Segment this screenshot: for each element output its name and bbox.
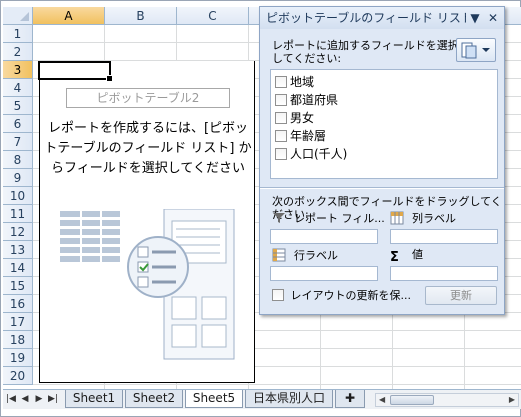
choose-fields-label: レポートに追加するフィールドを選択 してください: <box>272 39 459 65</box>
field-layout-button[interactable] <box>456 38 496 62</box>
last-sheet-icon[interactable]: ▶| <box>47 392 59 406</box>
row-header-15[interactable]: 15 <box>3 277 33 295</box>
row-header-14[interactable]: 14 <box>3 259 33 277</box>
horizontal-scrollbar[interactable]: ◀ ▶ <box>375 393 519 407</box>
next-sheet-icon[interactable]: ▶ <box>33 392 45 406</box>
field-item-prefecture[interactable]: 都道府県 <box>275 92 338 108</box>
scroll-right-icon[interactable]: ▶ <box>509 394 515 406</box>
pane-options-dropdown-icon[interactable]: ▼ <box>468 11 482 25</box>
row-header-7[interactable]: 7 <box>3 133 33 151</box>
pivot-instructions: レポートを作成するには、[ピボッ トテーブルのフィールド リスト] か らフィー… <box>42 119 254 179</box>
excel-window: A B C 1 2 3 4 5 6 7 8 9 10 11 12 13 14 15 16 17 18 19 20 ピボ… <box>0 0 521 417</box>
layout-icon <box>461 42 490 59</box>
values-text: 値 <box>412 248 423 261</box>
row-header-20[interactable]: 20 <box>3 367 33 385</box>
row-header-12[interactable]: 12 <box>3 223 33 241</box>
field-label: 男女 <box>290 111 315 125</box>
pivot-instruction-line: らフィールドを選択してください <box>51 161 245 176</box>
field-list: 地域 都道府県 男女 年齢層 人口(千人) <box>270 69 498 179</box>
row-header-4[interactable]: 4 <box>3 79 33 97</box>
column-labels-dropzone[interactable] <box>390 229 498 244</box>
sheet-tab-bar: |◀ ◀ ▶ ▶| Sheet1 Sheet2 Sheet5 日本県別人口 ✚ … <box>3 389 521 409</box>
row-labels-dropzone[interactable] <box>270 266 378 281</box>
close-icon[interactable]: ✕ <box>486 11 500 25</box>
scroll-thumb[interactable] <box>390 395 434 405</box>
row-labels-icon <box>272 248 286 262</box>
pivot-table-placeholder[interactable]: ピボットテーブル2 レポートを作成するには、[ピボッ トテーブルのフィールド リ… <box>39 61 255 383</box>
choose-fields-label-line: してください: <box>272 52 342 65</box>
column-header-a[interactable]: A <box>33 7 105 25</box>
row-header-19[interactable]: 19 <box>3 349 33 367</box>
row-labels-label: 行ラベル <box>272 248 338 263</box>
pivot-illustration-icon <box>60 209 235 360</box>
column-labels-icon <box>390 211 404 225</box>
row-header-3[interactable]: 3 <box>3 61 33 79</box>
column-labels-text: 列ラベル <box>412 212 456 225</box>
filter-icon <box>273 213 285 223</box>
row-header-6[interactable]: 6 <box>3 115 33 133</box>
update-button[interactable]: 更新 <box>425 286 497 305</box>
row-header-2[interactable]: 2 <box>3 43 33 61</box>
field-label: 人口(千人) <box>290 147 348 161</box>
field-label: 地域 <box>290 75 315 89</box>
field-checkbox[interactable] <box>275 130 287 142</box>
pane-divider <box>260 187 504 189</box>
first-sheet-icon[interactable]: |◀ <box>5 392 17 406</box>
row-labels-text: 行ラベル <box>294 249 338 262</box>
sheet-tab-sheet1[interactable]: Sheet1 <box>65 390 123 408</box>
values-dropzone[interactable] <box>390 266 498 281</box>
row-header-18[interactable]: 18 <box>3 331 33 349</box>
field-item-age-group[interactable]: 年齢層 <box>275 128 326 144</box>
pane-title: ピボットテーブルのフィールド リスト <box>266 11 466 25</box>
report-filter-label: レポート フィル... <box>272 211 385 226</box>
field-item-region[interactable]: 地域 <box>275 74 314 90</box>
insert-sheet-icon[interactable]: ✚ <box>335 390 365 408</box>
row-header-13[interactable]: 13 <box>3 241 33 259</box>
column-header-b[interactable]: B <box>105 7 177 25</box>
sheet-tab-sheet2[interactable]: Sheet2 <box>125 390 183 408</box>
row-headers: 1 2 3 4 5 6 7 8 9 10 11 12 13 14 15 16 17 18 19 20 <box>3 25 33 389</box>
pivot-instruction-line: レポートを作成するには、[ピボッ <box>47 121 249 136</box>
field-label: 年齢層 <box>290 129 327 143</box>
row-header-8[interactable]: 8 <box>3 151 33 169</box>
defer-update-checkbox[interactable] <box>272 289 284 301</box>
choose-fields-label-line: レポートに追加するフィールドを選択 <box>272 39 459 52</box>
field-checkbox[interactable] <box>275 94 287 106</box>
row-header-16[interactable]: 16 <box>3 295 33 313</box>
row-header-1[interactable]: 1 <box>3 25 33 43</box>
scroll-left-icon[interactable]: ◀ <box>379 394 385 406</box>
field-checkbox[interactable] <box>275 148 287 160</box>
values-label: Σ値 <box>390 248 423 265</box>
active-cell-a3[interactable] <box>38 61 113 82</box>
column-header-c[interactable]: C <box>177 7 249 25</box>
row-header-10[interactable]: 10 <box>3 187 33 205</box>
row-header-17[interactable]: 17 <box>3 313 33 331</box>
row-header-9[interactable]: 9 <box>3 169 33 187</box>
report-filter-dropzone[interactable] <box>270 229 378 244</box>
field-item-population[interactable]: 人口(千人) <box>275 146 347 162</box>
field-checkbox[interactable] <box>275 76 287 88</box>
defer-update-option[interactable]: レイアウトの更新を保... <box>272 289 411 303</box>
column-labels-label: 列ラベル <box>390 211 456 226</box>
field-label: 都道府県 <box>290 93 339 107</box>
sigma-icon: Σ <box>390 250 399 265</box>
defer-update-label: レイアウトの更新を保... <box>290 289 412 302</box>
pivot-field-list-pane: ピボットテーブルのフィールド リスト ▼ ✕ レポートに追加するフィールドを選択… <box>259 6 505 315</box>
report-filter-text: レポート フィル... <box>294 212 385 225</box>
sheet-tab-japan-population[interactable]: 日本県別人口 <box>245 390 333 408</box>
field-checkbox[interactable] <box>275 112 287 124</box>
sheet-tab-sheet5[interactable]: Sheet5 <box>185 390 243 408</box>
previous-sheet-icon[interactable]: ◀ <box>19 392 31 406</box>
field-item-gender[interactable]: 男女 <box>275 110 314 126</box>
pivot-table-name: ピボットテーブル2 <box>66 88 230 108</box>
row-header-5[interactable]: 5 <box>3 97 33 115</box>
select-all-corner[interactable] <box>3 7 33 25</box>
row-header-11[interactable]: 11 <box>3 205 33 223</box>
pivot-instruction-line: トテーブルのフィールド リスト] か <box>44 141 252 156</box>
